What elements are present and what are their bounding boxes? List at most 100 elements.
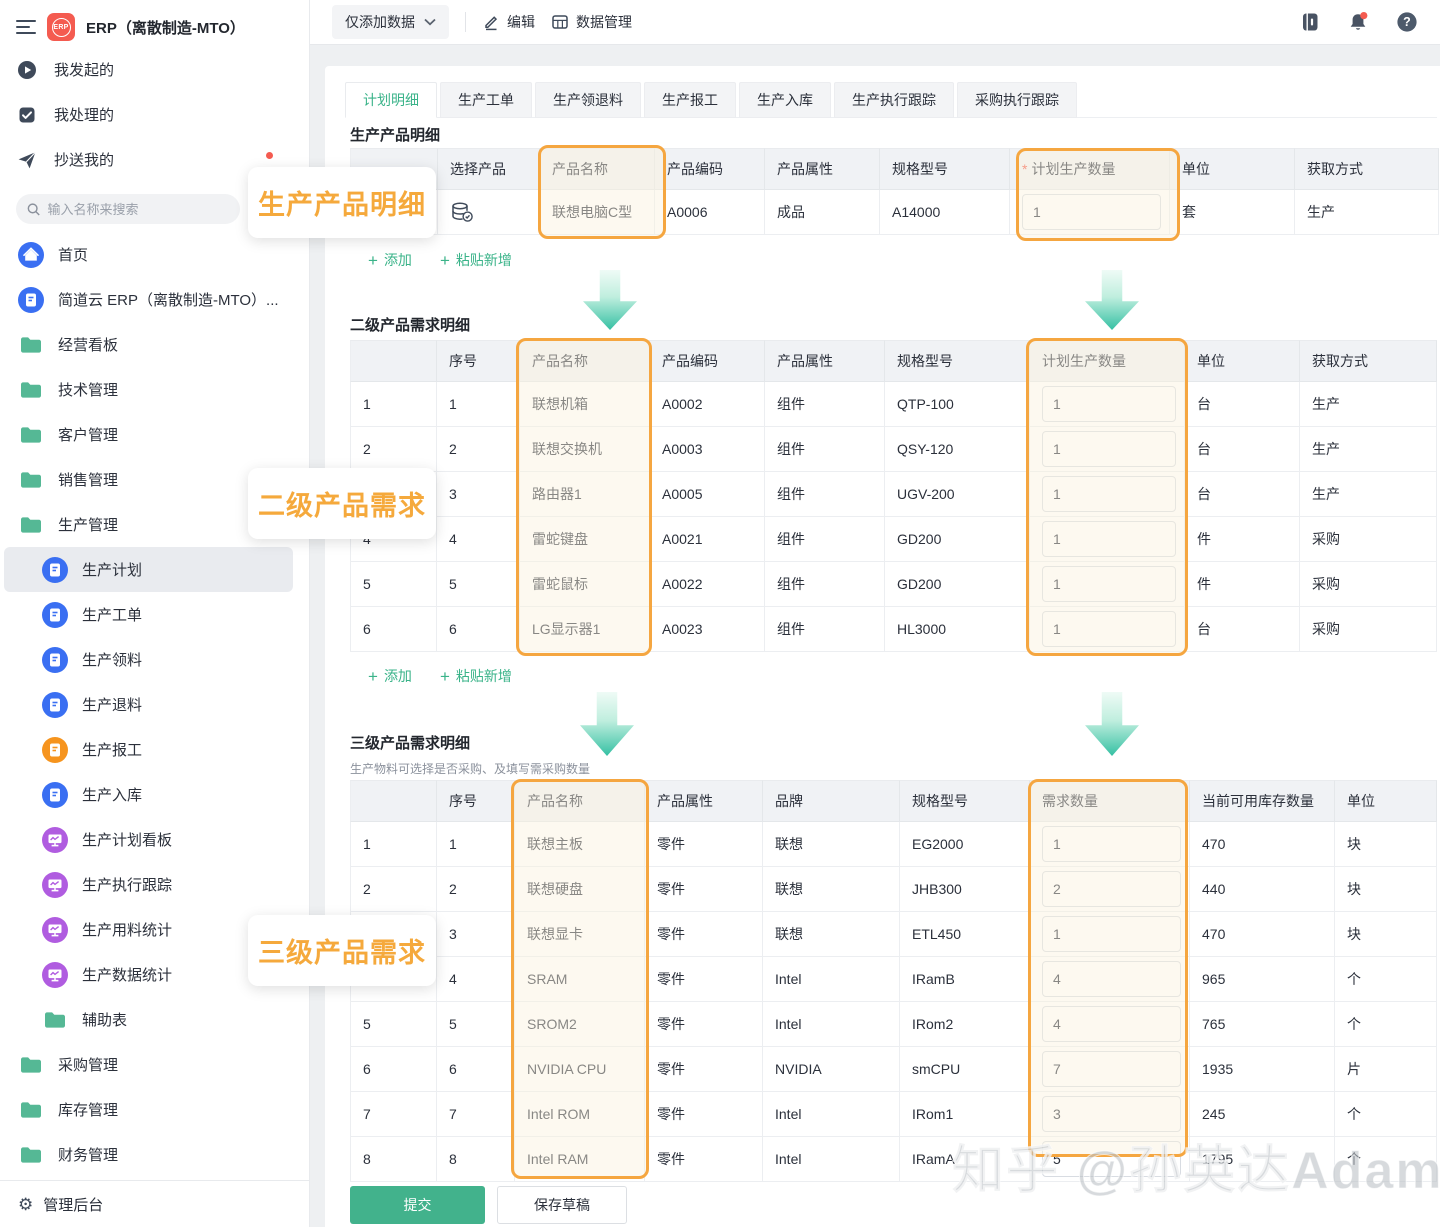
plus-icon: + — [440, 252, 450, 269]
t2-cell-unit: 台 — [1185, 382, 1300, 427]
sidebar-admin-label: 管理后台 — [43, 1194, 103, 1215]
sidebar-item-14[interactable]: 生产执行跟踪 — [4, 862, 293, 907]
sidebar-item-11[interactable]: 生产报工 — [4, 727, 293, 772]
t1-header-row: 选择产品产品名称产品编码产品属性规格型号*计划生产数量单位获取方式 — [350, 148, 1439, 190]
t1-cell-method: 生产 — [1295, 190, 1439, 235]
sidebar-quick-1[interactable]: 我处理的 — [0, 92, 309, 137]
sidebar-admin[interactable]: ⚙ 管理后台 — [0, 1180, 309, 1227]
sidebar-item-3[interactable]: 技术管理 — [4, 367, 293, 412]
t2-qty-input[interactable] — [1042, 611, 1176, 647]
add-mode-dropdown[interactable]: 仅添加数据 — [332, 5, 449, 39]
sidebar-item-1[interactable]: 简道云 ERP（离散制造-MTO）... — [4, 277, 293, 322]
sidebar-search[interactable] — [16, 194, 240, 224]
t2-qty-input[interactable] — [1042, 431, 1176, 467]
sidebar-item-19[interactable]: 库存管理 — [4, 1087, 293, 1132]
t3-col-unit: 单位 — [1335, 780, 1437, 822]
t2-cell-idx: 4 — [437, 517, 520, 562]
journal-icon[interactable] — [1299, 11, 1321, 33]
t3-qty-input[interactable] — [1042, 961, 1181, 997]
t2-cell-unit: 台 — [1185, 607, 1300, 652]
add-row-button[interactable]: +添加 — [368, 666, 412, 686]
t2-qty-input[interactable] — [1042, 476, 1176, 512]
t2-cell-n: 6 — [350, 607, 437, 652]
tab-2[interactable]: 生产领退料 — [535, 82, 641, 118]
t3-qty-input[interactable] — [1042, 1051, 1181, 1087]
t3-col-idx: 序号 — [437, 780, 515, 822]
sidebar-item-label: 技术管理 — [58, 379, 118, 400]
sidebar-item-9[interactable]: 生产领料 — [4, 637, 293, 682]
t3-qty-input[interactable] — [1042, 916, 1181, 952]
t3-cell-name: SRAM — [515, 957, 645, 1002]
search-input[interactable] — [47, 202, 229, 217]
folder-icon — [18, 470, 44, 490]
submit-button[interactable]: 提交 — [350, 1186, 485, 1224]
add-mode-label: 仅添加数据 — [345, 12, 415, 32]
t3-cell-n: 1 — [350, 822, 437, 867]
tab-1[interactable]: 生产工单 — [440, 82, 532, 118]
t3-cell-attr: 零件 — [645, 1092, 763, 1137]
t3-qty-input[interactable] — [1042, 1141, 1181, 1177]
sidebar-item-13[interactable]: 生产计划看板 — [4, 817, 293, 862]
help-icon[interactable]: ? — [1396, 11, 1418, 33]
form-icon — [42, 782, 68, 808]
dashboard-icon — [42, 917, 68, 943]
t1-cell-name: 联想电脑C型 — [540, 190, 655, 235]
handled-icon — [16, 104, 38, 126]
sidebar-item-12[interactable]: 生产入库 — [4, 772, 293, 817]
t3-cell-name: 联想主板 — [515, 822, 645, 867]
add-row-button[interactable]: +添加 — [368, 250, 412, 270]
sidebar-item-7[interactable]: 生产计划 — [4, 547, 293, 592]
app-title: ERP（离散制造-MTO） — [86, 17, 245, 38]
t1-qty-input[interactable] — [1022, 194, 1161, 230]
t3-cell-idx: 4 — [437, 957, 515, 1002]
folder-icon — [18, 515, 44, 535]
t2-cell-method: 采购 — [1300, 517, 1437, 562]
t1-cell-attr: 成品 — [765, 190, 880, 235]
sidebar-item-label: 生产数据统计 — [82, 964, 172, 985]
form-icon — [42, 602, 68, 628]
save-draft-button[interactable]: 保存草稿 — [497, 1186, 627, 1224]
t3-qty-input[interactable] — [1042, 1096, 1181, 1132]
data-management-label: 数据管理 — [576, 12, 632, 32]
t3-cell-brand: Intel — [763, 1002, 900, 1047]
menu-toggle-icon[interactable] — [16, 20, 36, 35]
t3-cell-brand: NVIDIA — [763, 1047, 900, 1092]
sidebar-item-20[interactable]: 财务管理 — [4, 1132, 293, 1177]
select-product-button[interactable] — [438, 190, 540, 235]
t3-qty-input[interactable] — [1042, 1006, 1181, 1042]
t2-cell-attr: 组件 — [765, 382, 885, 427]
tab-3[interactable]: 生产报工 — [644, 82, 736, 118]
t3-qty-input[interactable] — [1042, 871, 1181, 907]
t2-cell-name: 雷蛇键盘 — [520, 517, 650, 562]
t2-qty-input[interactable] — [1042, 386, 1176, 422]
t2-cell-code: A0023 — [650, 607, 765, 652]
sidebar-quick-0[interactable]: 我发起的 — [0, 47, 309, 92]
t2-cell-idx: 1 — [437, 382, 520, 427]
t2-qty-input[interactable] — [1042, 521, 1176, 557]
data-management-button[interactable]: 数据管理 — [551, 12, 632, 32]
sidebar-item-17[interactable]: 辅助表 — [4, 997, 293, 1042]
t3-cell-idx: 8 — [437, 1137, 515, 1182]
t3-cell-qty — [1030, 1092, 1190, 1137]
paste-add-button[interactable]: +粘贴新增 — [440, 250, 512, 270]
tab-6[interactable]: 采购执行跟踪 — [957, 82, 1077, 118]
t3-qty-input[interactable] — [1042, 826, 1181, 862]
paste-add-button[interactable]: +粘贴新增 — [440, 666, 512, 686]
sidebar-item-8[interactable]: 生产工单 — [4, 592, 293, 637]
t2-cell-n: 1 — [350, 382, 437, 427]
tab-0[interactable]: 计划明细 — [345, 82, 437, 118]
sidebar-item-0[interactable]: 首页 — [4, 232, 293, 277]
tab-5[interactable]: 生产执行跟踪 — [834, 82, 954, 118]
sidebar-item-18[interactable]: 采购管理 — [4, 1042, 293, 1087]
sidebar-item-10[interactable]: 生产退料 — [4, 682, 293, 727]
notifications-bell-icon[interactable] — [1347, 11, 1370, 33]
sidebar-item-2[interactable]: 经营看板 — [4, 322, 293, 367]
edit-button[interactable]: 编辑 — [482, 12, 535, 32]
folder-icon — [18, 1145, 44, 1165]
t2-cell-idx: 3 — [437, 472, 520, 517]
sidebar-item-4[interactable]: 客户管理 — [4, 412, 293, 457]
tab-4[interactable]: 生产入库 — [739, 82, 831, 118]
t2-qty-input[interactable] — [1042, 566, 1176, 602]
t2-header-row: 序号产品名称产品编码产品属性规格型号计划生产数量单位获取方式 — [350, 340, 1437, 382]
t3-col-qty: 需求数量 — [1030, 780, 1190, 822]
